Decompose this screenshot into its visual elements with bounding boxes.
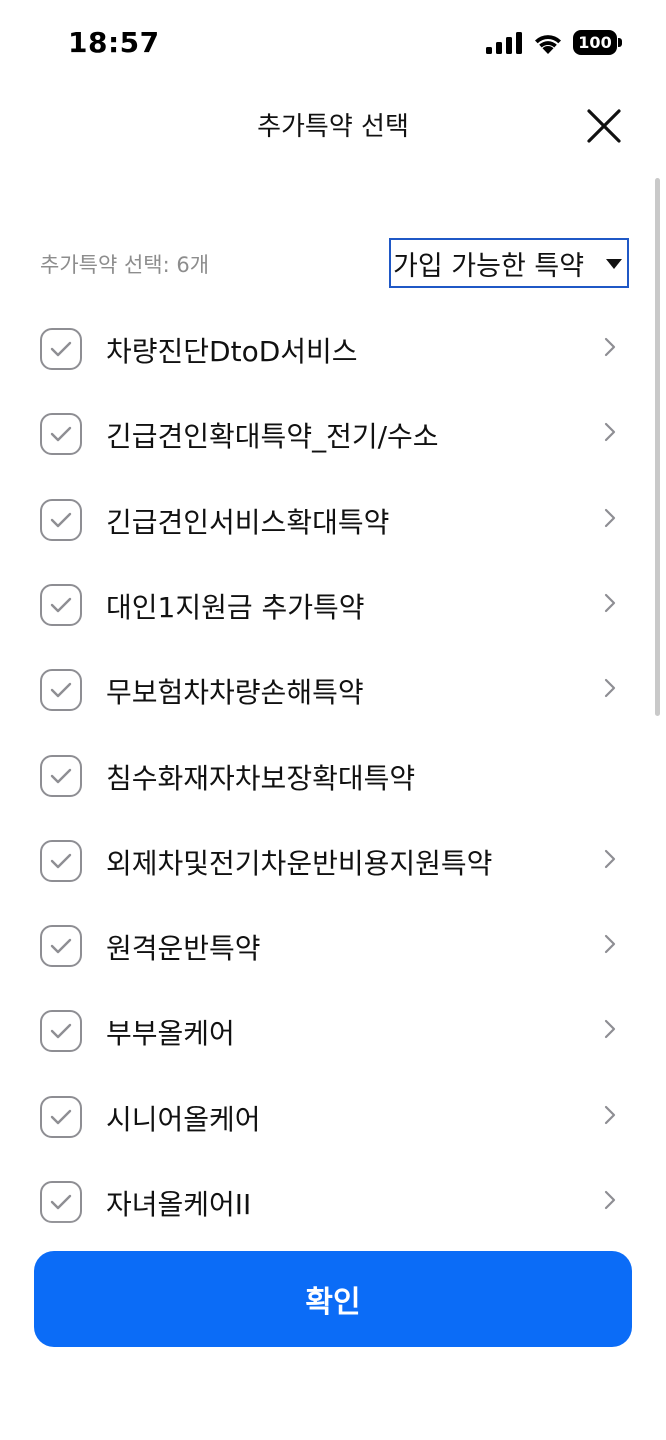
list-fade [0, 1220, 666, 1250]
checkbox[interactable] [40, 328, 82, 370]
selection-count: 추가특약 선택: 6개 [40, 253, 210, 277]
list-item-label: 차량진단DtoD서비스 [106, 335, 358, 368]
list-item[interactable]: 시니어올케어 [0, 1074, 650, 1159]
list-item[interactable]: 부부올케어 [0, 988, 650, 1073]
status-time: 18:57 [68, 26, 160, 59]
list-item-label: 침수화재자차보장확대특약 [106, 762, 416, 795]
list-item-label: 부부올케어 [106, 1017, 235, 1050]
list-item-label: 긴급견인서비스확대특약 [106, 506, 390, 539]
chevron-right-icon[interactable] [603, 1018, 617, 1040]
list-item-label: 외제차및전기차운반비용지원특약 [106, 847, 493, 880]
list-item[interactable]: 대인1지원금 추가특약 [0, 562, 650, 647]
wifi-icon [535, 35, 561, 54]
list-item[interactable]: 침수화재자차보장확대특약 [0, 733, 650, 818]
chevron-right-icon[interactable] [603, 848, 617, 870]
checkmark-icon [50, 341, 72, 357]
checkbox[interactable] [40, 925, 82, 967]
chevron-right-icon[interactable] [603, 933, 617, 955]
list-item-label: 무보험차차량손해특약 [106, 676, 364, 709]
checkmark-icon [50, 512, 72, 528]
checkmark-icon [50, 682, 72, 698]
status-bar: 18:57 100 [0, 0, 666, 88]
checkmark-icon [50, 426, 72, 442]
checkmark-icon [50, 853, 72, 869]
list-item-label: 원격운반특약 [106, 932, 261, 965]
battery-tip [618, 38, 622, 47]
list-item-label: 자녀올케어II [106, 1188, 252, 1221]
checkbox[interactable] [40, 1096, 82, 1138]
list-item[interactable]: 차량진단DtoD서비스 [0, 306, 650, 391]
list-item-label: 대인1지원금 추가특약 [106, 591, 365, 624]
battery-icon: 100 [573, 30, 617, 55]
checkbox[interactable] [40, 1010, 82, 1052]
chevron-right-icon[interactable] [603, 421, 617, 443]
filter-dropdown[interactable]: 가입 가능한 특약 [389, 238, 629, 288]
checkbox[interactable] [40, 840, 82, 882]
signal-icon [486, 32, 522, 54]
checkbox[interactable] [40, 669, 82, 711]
chevron-right-icon[interactable] [603, 592, 617, 614]
checkmark-icon [50, 597, 72, 613]
confirm-button[interactable]: 확인 [34, 1251, 632, 1347]
checkmark-icon [50, 938, 72, 954]
list-item[interactable]: 긴급견인확대특약_전기/수소 [0, 391, 650, 476]
checkmark-icon [50, 768, 72, 784]
close-icon[interactable] [584, 106, 624, 146]
chevron-right-icon[interactable] [603, 507, 617, 529]
checkmark-icon [50, 1194, 72, 1210]
checkbox[interactable] [40, 755, 82, 797]
caret-down-icon [606, 259, 622, 269]
filter-selected-value: 가입 가능한 특약 [393, 250, 585, 282]
checkbox[interactable] [40, 584, 82, 626]
close-button[interactable] [584, 106, 624, 146]
chevron-right-icon[interactable] [603, 1189, 617, 1211]
checkbox[interactable] [40, 1181, 82, 1223]
page-title: 추가특약 선택 [257, 112, 409, 142]
checkbox[interactable] [40, 413, 82, 455]
checkbox[interactable] [40, 499, 82, 541]
chevron-right-icon[interactable] [603, 336, 617, 358]
list-item[interactable]: 원격운반특약 [0, 903, 650, 988]
checkmark-icon [50, 1023, 72, 1039]
scrollbar[interactable] [655, 178, 660, 716]
list-item-label: 긴급견인확대특약_전기/수소 [106, 420, 439, 453]
chevron-right-icon[interactable] [603, 677, 617, 699]
list-item[interactable]: 무보험차차량손해특약 [0, 647, 650, 732]
chevron-right-icon[interactable] [603, 1104, 617, 1126]
list-item-label: 시니어올케어 [106, 1103, 261, 1136]
list-item[interactable]: 외제차및전기차운반비용지원특약 [0, 818, 650, 903]
list-item[interactable]: 긴급견인서비스확대특약 [0, 477, 650, 562]
checkmark-icon [50, 1109, 72, 1125]
